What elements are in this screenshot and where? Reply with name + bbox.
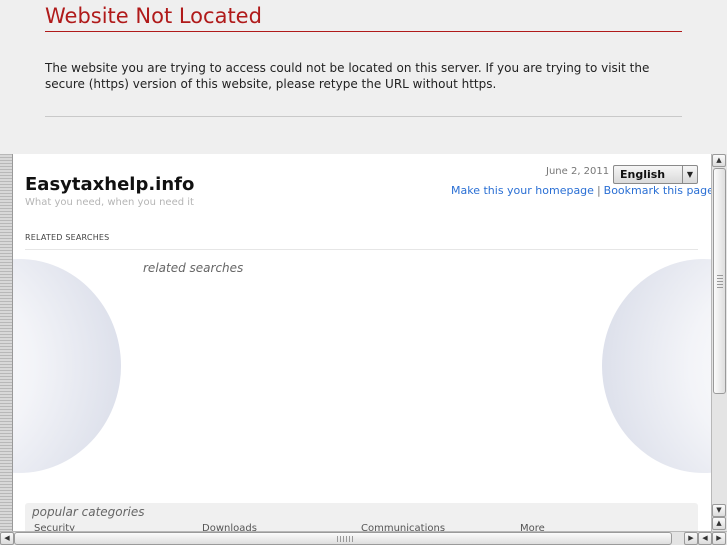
- error-title-divider: [45, 31, 682, 32]
- header-links: Make this your homepage | Bookmark this pa…: [451, 184, 711, 197]
- parked-page: Easytaxhelp.info What you need, when you…: [13, 154, 711, 531]
- make-homepage-link[interactable]: Make this your homepage: [451, 184, 594, 197]
- vertical-scroll-thumb[interactable]: [713, 168, 726, 394]
- category-link-communications[interactable]: Communications: [361, 523, 445, 531]
- related-searches-label: RELATED SEARCHES: [25, 233, 110, 242]
- error-title: Website Not Located: [45, 4, 262, 28]
- link-separator: |: [596, 184, 601, 197]
- arrow-down-icon[interactable]: ▼: [712, 504, 726, 517]
- bookmark-link[interactable]: Bookmark this page: [604, 184, 711, 197]
- frame-left-edge: [0, 154, 13, 531]
- error-panel: Website Not Located The website you are …: [0, 0, 727, 154]
- category-link-more[interactable]: More: [520, 523, 545, 531]
- arrow-right-icon[interactable]: ▶: [684, 532, 698, 545]
- arrow-up-icon[interactable]: ▲: [712, 517, 726, 530]
- arrow-up-icon[interactable]: ▲: [712, 154, 726, 167]
- language-select[interactable]: English ▼: [613, 165, 698, 184]
- date-label: June 2, 2011: [546, 166, 610, 177]
- site-title[interactable]: Easytaxhelp.info: [25, 174, 194, 195]
- error-bottom-divider: [45, 116, 682, 117]
- right-decorative-orb: [602, 259, 711, 473]
- chevron-down-icon[interactable]: ▼: [682, 166, 697, 183]
- embedded-frame: Easytaxhelp.info What you need, when you…: [0, 154, 727, 545]
- related-divider: [25, 249, 698, 250]
- scroll-grip: [717, 275, 723, 289]
- left-decorative-orb: [13, 259, 121, 473]
- category-link-downloads[interactable]: Downloads: [202, 523, 257, 531]
- arrow-right-icon[interactable]: ▶: [712, 532, 726, 545]
- horizontal-scroll-thumb[interactable]: [14, 532, 672, 545]
- category-link-security[interactable]: Security: [34, 523, 75, 531]
- vertical-scrollbar[interactable]: ▲ ▼ ▲: [711, 154, 727, 531]
- popular-categories-title: popular categories: [32, 505, 145, 519]
- arrow-left-icon[interactable]: ◀: [698, 532, 712, 545]
- horizontal-scrollbar[interactable]: ◀ ▶ ◀ ▶: [0, 531, 727, 545]
- related-searches-heading: related searches: [143, 261, 244, 275]
- scroll-grip: [337, 536, 353, 542]
- error-message: The website you are trying to access cou…: [45, 61, 650, 91]
- site-tagline: What you need, when you need it: [25, 197, 194, 208]
- language-value: English: [620, 168, 666, 181]
- popular-categories: popular categories Security Downloads Co…: [25, 503, 698, 531]
- arrow-left-icon[interactable]: ◀: [0, 532, 14, 545]
